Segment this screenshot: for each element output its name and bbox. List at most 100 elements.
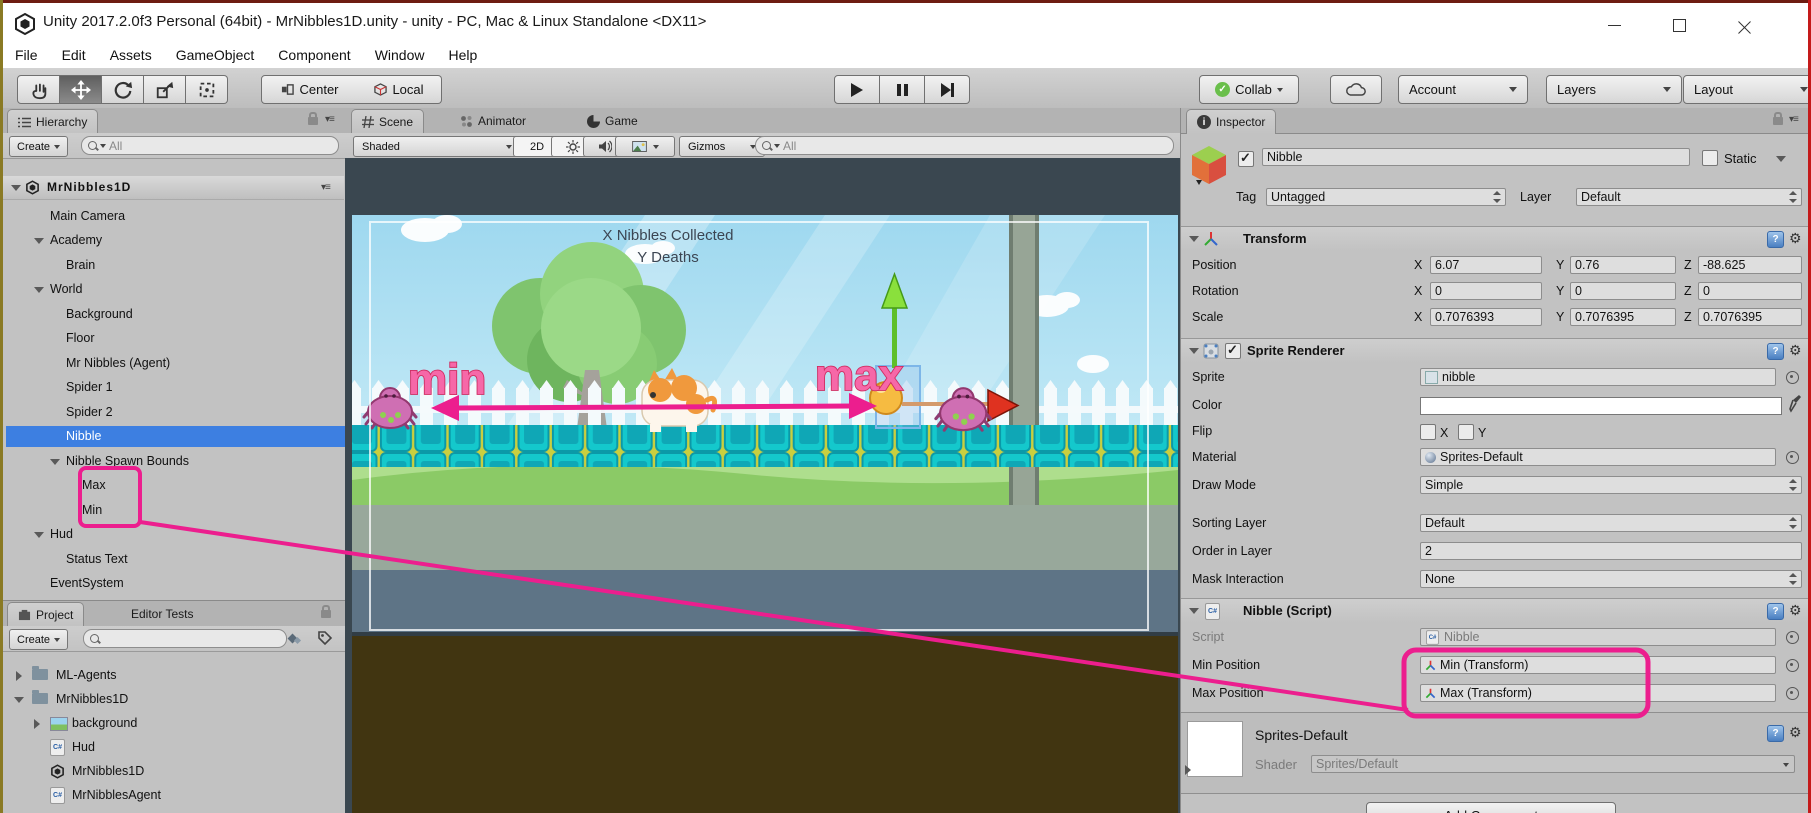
static-dropdown-icon[interactable]: [1776, 156, 1786, 162]
foldout-icon[interactable]: [1189, 608, 1199, 614]
panel-menu-icon[interactable]: ▾≡: [325, 114, 334, 125]
rotation-y-field[interactable]: 0: [1570, 282, 1676, 300]
position-y-field[interactable]: 0.76: [1570, 256, 1676, 274]
project-create-button[interactable]: Create: [9, 629, 68, 650]
pivot-center-button[interactable]: Center: [261, 75, 359, 104]
layers-button[interactable]: Layers: [1546, 75, 1682, 104]
foldout-icon[interactable]: [14, 697, 24, 703]
object-picker-icon[interactable]: [1786, 687, 1799, 700]
tab-inspector[interactable]: i Inspector: [1186, 109, 1276, 134]
sorting-layer-dropdown[interactable]: Default: [1420, 514, 1802, 532]
lock-icon[interactable]: [308, 117, 318, 125]
object-picker-icon[interactable]: [1786, 371, 1799, 384]
static-checkbox[interactable]: [1702, 150, 1718, 166]
help-icon[interactable]: ?: [1767, 231, 1784, 248]
step-button[interactable]: [925, 75, 970, 104]
sprite-renderer-header[interactable]: Sprite Renderer ? ⚙: [1181, 338, 1808, 363]
hierarchy-item[interactable]: Academy: [6, 230, 347, 251]
foldout-icon[interactable]: [1189, 236, 1199, 242]
panel-menu-icon[interactable]: ▾≡: [1789, 114, 1798, 125]
tab-project[interactable]: Project: [7, 602, 84, 627]
pivot-local-button[interactable]: Local: [357, 75, 442, 104]
tag-dropdown[interactable]: Untagged: [1266, 188, 1506, 206]
scale-y-field[interactable]: 0.7076395: [1570, 308, 1676, 326]
position-z-field[interactable]: -88.625: [1698, 256, 1802, 274]
foldout-icon[interactable]: [34, 532, 44, 538]
menu-edit[interactable]: Edit: [50, 47, 98, 63]
gear-icon[interactable]: ⚙: [1789, 343, 1802, 358]
object-picker-icon[interactable]: [1786, 659, 1799, 672]
position-x-field[interactable]: 6.07: [1430, 256, 1542, 274]
tab-animator[interactable]: Animator: [450, 109, 536, 133]
add-component-button[interactable]: Add Component: [1366, 802, 1616, 813]
draw-mode-dropdown[interactable]: Simple: [1420, 476, 1802, 494]
foldout-icon[interactable]: [16, 671, 22, 681]
max-position-object-field[interactable]: Max (Transform): [1420, 684, 1776, 702]
menu-assets[interactable]: Assets: [98, 47, 164, 63]
component-checkbox[interactable]: [1225, 343, 1241, 359]
hierarchy-item[interactable]: World: [6, 279, 347, 300]
hierarchy-scene-header[interactable]: MrNibbles1D ▾≡: [3, 176, 344, 200]
foldout-icon[interactable]: [34, 287, 44, 293]
move-tool-button[interactable]: [60, 75, 102, 104]
lock-icon[interactable]: [321, 610, 331, 618]
play-button[interactable]: [834, 75, 880, 104]
name-field[interactable]: Nibble: [1262, 148, 1690, 166]
nibble-script-header[interactable]: C# Nibble (Script) ? ⚙: [1181, 598, 1808, 623]
eyedropper-icon[interactable]: [1788, 394, 1802, 414]
menu-file[interactable]: File: [3, 47, 50, 63]
hierarchy-item[interactable]: Min: [6, 500, 347, 521]
color-swatch[interactable]: [1420, 397, 1782, 415]
pause-button[interactable]: [880, 75, 925, 104]
hierarchy-item[interactable]: Max: [6, 475, 347, 496]
foldout-icon[interactable]: [34, 238, 44, 244]
effects-toggle-button[interactable]: [615, 136, 675, 157]
scene-canvas[interactable]: X Nibbles Collected Y Deaths min max: [345, 158, 1180, 813]
maximize-button[interactable]: [1653, 6, 1705, 45]
hierarchy-item[interactable]: Floor: [6, 328, 347, 349]
gizmos-dropdown[interactable]: Gizmos: [679, 136, 765, 157]
gear-icon[interactable]: ⚙: [1789, 603, 1802, 618]
hierarchy-item[interactable]: Nibble Spawn Bounds: [6, 451, 347, 472]
cloud-button[interactable]: [1330, 75, 1382, 104]
project-item[interactable]: C#MrNibblesAgent: [6, 785, 347, 806]
tab-hierarchy[interactable]: Hierarchy: [7, 109, 98, 134]
script-object-field[interactable]: C#Nibble: [1420, 628, 1776, 646]
close-button[interactable]: [1718, 6, 1770, 45]
title-bar[interactable]: Unity 2017.2.0f3 Personal (64bit) - MrNi…: [3, 3, 1808, 42]
hierarchy-item[interactable]: Mr Nibbles (Agent): [6, 353, 347, 374]
min-position-object-field[interactable]: Min (Transform): [1420, 656, 1776, 674]
help-icon[interactable]: ?: [1767, 603, 1784, 620]
hierarchy-item[interactable]: Brain: [6, 255, 347, 276]
transform-header[interactable]: Transform ? ⚙: [1181, 226, 1808, 251]
project-search-input[interactable]: [83, 629, 287, 648]
order-in-layer-field[interactable]: 2: [1420, 542, 1802, 560]
foldout-icon[interactable]: [11, 185, 21, 191]
foldout-icon[interactable]: [34, 719, 40, 729]
gear-icon[interactable]: ⚙: [1789, 725, 1802, 740]
tab-scene[interactable]: Scene: [351, 109, 424, 134]
shaded-dropdown[interactable]: Shaded: [353, 136, 521, 157]
hierarchy-item[interactable]: Spider 1: [6, 377, 347, 398]
object-picker-icon[interactable]: [1786, 451, 1799, 464]
minimize-button[interactable]: [1588, 6, 1640, 45]
hierarchy-item[interactable]: EventSystem: [6, 573, 347, 594]
scene-search-input[interactable]: All: [755, 136, 1174, 155]
active-checkbox[interactable]: [1238, 151, 1254, 167]
collab-button[interactable]: ✓ Collab: [1199, 75, 1299, 104]
foldout-icon[interactable]: [50, 459, 60, 465]
scale-tool-button[interactable]: [144, 75, 186, 104]
hand-tool-button[interactable]: [17, 75, 60, 104]
project-item[interactable]: ML-Agents: [6, 665, 347, 686]
hierarchy-item[interactable]: Background: [6, 304, 347, 325]
rotate-tool-button[interactable]: [102, 75, 144, 104]
flip-y-checkbox[interactable]: [1458, 424, 1474, 440]
search-by-label-icon[interactable]: [317, 630, 333, 646]
tab-game[interactable]: Game: [577, 109, 648, 133]
hierarchy-item[interactable]: Spider 2: [6, 402, 347, 423]
tab-editor-tests[interactable]: Editor Tests: [121, 602, 203, 626]
hierarchy-item-nibble-selected[interactable]: Nibble: [6, 426, 347, 447]
layout-button[interactable]: Layout: [1683, 75, 1811, 104]
material-object-field[interactable]: Sprites-Default: [1420, 448, 1776, 466]
menu-component[interactable]: Component: [266, 47, 362, 63]
